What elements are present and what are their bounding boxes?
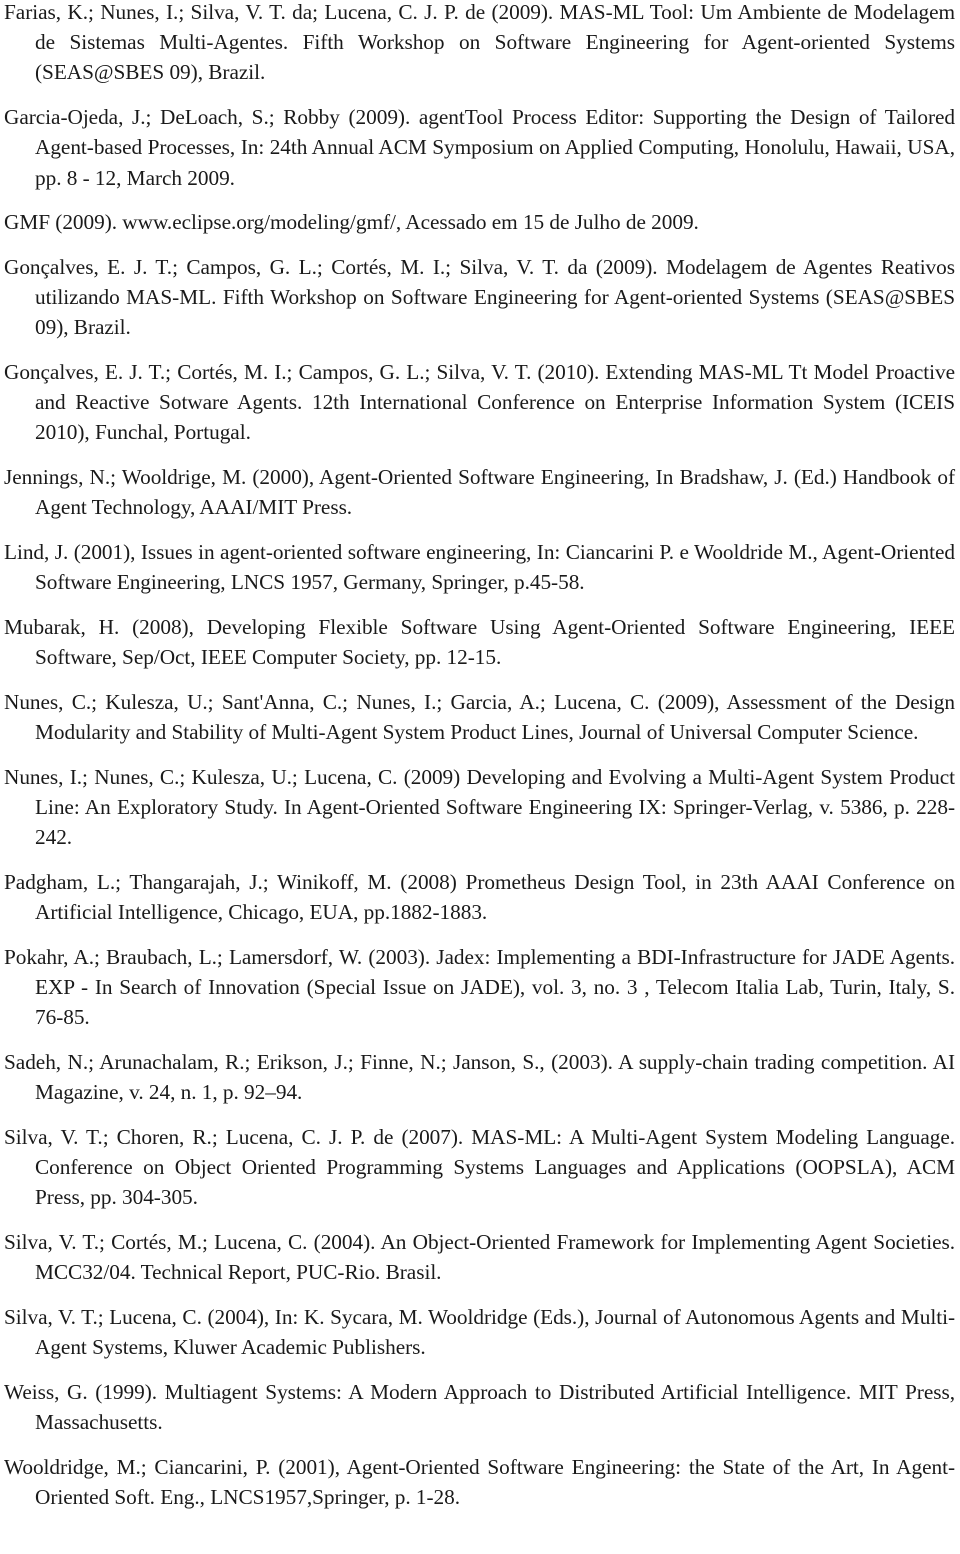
reference-entry-goncalves-2009: Gonçalves, E. J. T.; Campos, G. L.; Cort… [4,254,955,340]
reference-entry-goncalves-2010: Gonçalves, E. J. T.; Cortés, M. I.; Camp… [4,360,955,445]
reference-entry-pokahr-2003: Pokahr, A.; Braubach, L.; Lamersdorf, W.… [4,944,955,1030]
reference-entry-garcia-ojeda-2009: Garcia-Ojeda, J.; DeLoach, S.; Robby (20… [4,105,955,190]
reference-entry-nunes-i-2009: Nunes, I.; Nunes, C.; Kulesza, U.; Lucen… [4,764,955,850]
reference-entry-mubarak-2008: Mubarak, H. (2008), Developing Flexible … [4,614,955,670]
reference-entry-padgham-2008: Padgham, L.; Thangarajah, J.; Winikoff, … [4,869,955,925]
reference-entry-nunes-c-2009: Nunes, C.; Kulesza, U.; Sant'Anna, C.; N… [4,689,955,745]
reference-list: Farias, K.; Nunes, I.; Silva, V. T. da; … [4,0,955,1527]
reference-entry-weiss-1999: Weiss, G. (1999). Multiagent Systems: A … [4,1379,955,1434]
reference-entry-jennings-2000: Jennings, N.; Wooldrige, M. (2000), Agen… [4,465,955,520]
reference-entry-silva-cortes-2004: Silva, V. T.; Cortés, M.; Lucena, C. (20… [4,1229,955,1285]
reference-entry-sadeh-2003: Sadeh, N.; Arunachalam, R.; Erikson, J.;… [4,1049,955,1105]
reference-entry-gmf-2009: GMF (2009). www.eclipse.org/modeling/gmf… [4,210,699,235]
reference-entry-lind-2001: Lind, J. (2001), Issues in agent-oriente… [4,540,955,595]
reference-entry-farias-2009: Farias, K.; Nunes, I.; Silva, V. T. da; … [4,0,955,85]
reference-entry-silva-2007: Silva, V. T.; Choren, R.; Lucena, C. J. … [4,1124,955,1210]
reference-entry-wooldridge-2001: Wooldridge, M.; Ciancarini, P. (2001), A… [4,1454,955,1509]
reference-entry-silva-lucena-2004: Silva, V. T.; Lucena, C. (2004), In: K. … [4,1304,955,1360]
